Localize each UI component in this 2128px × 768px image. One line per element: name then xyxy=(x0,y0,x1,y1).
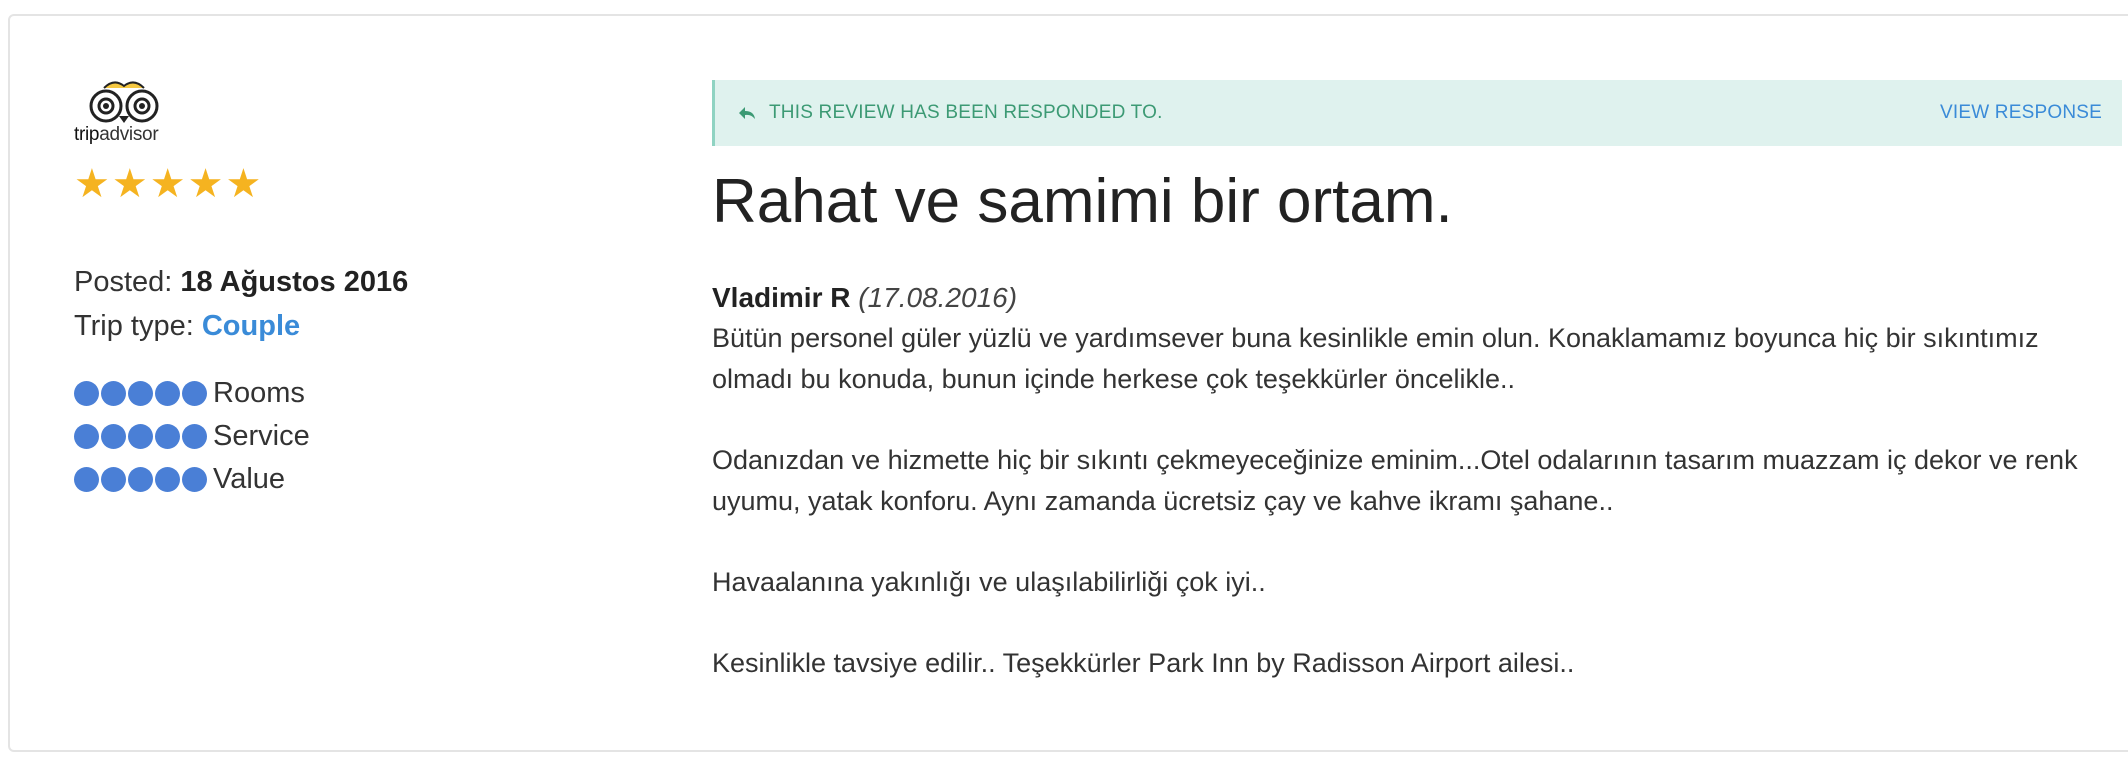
bubble-icon xyxy=(74,381,99,406)
rating-row-value: Value xyxy=(74,458,634,501)
reviewer-line: Vladimir R (17.08.2016) xyxy=(712,278,2122,318)
star-icon: ★ xyxy=(74,161,110,207)
review-paragraph: Bütün personel güler yüzlü ve yardımseve… xyxy=(712,323,2039,394)
review-paragraph: Odanızdan ve hizmette hiç bir sıkıntı çe… xyxy=(712,445,2078,516)
tripadvisor-wordmark: tripadvisor xyxy=(74,124,159,146)
bubble-icon xyxy=(128,424,153,449)
star-rating: ★ ★ ★ ★ ★ xyxy=(74,164,634,204)
bubble-icon xyxy=(74,424,99,449)
posted-date: 18 Ağustos 2016 xyxy=(180,266,409,298)
bubble-icon xyxy=(101,381,126,406)
star-icon: ★ xyxy=(111,161,148,207)
review-body: Bütün personel güler yüzlü ve yardımseve… xyxy=(712,318,2122,684)
bubble-icon xyxy=(128,381,153,406)
rating-label: Rooms xyxy=(213,377,305,409)
bubble-icon xyxy=(128,467,153,492)
bubble-icon xyxy=(155,381,180,406)
review-paragraph: Havaalanına yakınlığı ve ulaşılabilirliğ… xyxy=(712,567,1266,597)
reply-arrow-icon xyxy=(737,105,757,121)
posted-label: Posted: xyxy=(74,266,173,298)
owl-eyes-icon xyxy=(89,81,159,123)
review-meta: Posted: 18 Ağustos 2016 Trip type: Coupl… xyxy=(74,260,634,348)
response-notice-text: THIS REVIEW HAS BEEN RESPONDED TO. xyxy=(769,102,1163,123)
review-paragraph: Kesinlikle tavsiye edilir.. Teşekkürler … xyxy=(712,648,1575,678)
bubble-icon xyxy=(182,424,207,449)
bubble-icon xyxy=(182,381,207,406)
bubble-rating xyxy=(74,467,207,492)
rating-label: Service xyxy=(213,420,310,452)
star-icon: ★ xyxy=(187,161,224,207)
bubble-icon xyxy=(101,467,126,492)
rating-label: Value xyxy=(213,463,286,495)
review-sidebar: tripadvisor ★ ★ ★ ★ ★ Posted: 18 Ağustos… xyxy=(74,78,634,501)
logo-word-trip: trip xyxy=(74,124,100,145)
review-title: Rahat ve samimi bir ortam. xyxy=(712,167,1453,236)
trip-type-value: Couple xyxy=(201,310,301,342)
star-icon: ★ xyxy=(149,161,186,207)
bubble-icon xyxy=(155,424,180,449)
tripadvisor-logo: tripadvisor xyxy=(74,78,194,150)
rating-row-rooms: Rooms xyxy=(74,372,634,415)
review-date: (17.08.2016) xyxy=(858,282,1018,313)
trip-type-line: Trip type: Couple xyxy=(74,304,634,348)
view-response-link[interactable]: VIEW RESPONSE xyxy=(1940,102,2102,124)
bubble-icon xyxy=(101,424,126,449)
review-card: tripadvisor ★ ★ ★ ★ ★ Posted: 18 Ağustos… xyxy=(8,14,2128,752)
star-icon: ★ xyxy=(225,161,262,207)
bubble-icon xyxy=(74,467,99,492)
response-notice: THIS REVIEW HAS BEEN RESPONDED TO. VIEW … xyxy=(712,80,2122,146)
reviewer-name: Vladimir R xyxy=(712,282,851,313)
bubble-icon xyxy=(182,467,207,492)
bubble-rating xyxy=(74,381,207,406)
posted-line: Posted: 18 Ağustos 2016 xyxy=(74,260,634,304)
rating-row-service: Service xyxy=(74,415,634,458)
review-content: THIS REVIEW HAS BEEN RESPONDED TO. VIEW … xyxy=(712,80,2122,684)
sub-ratings: Rooms Service Value xyxy=(74,372,634,501)
trip-type-label: Trip type: xyxy=(74,310,194,342)
response-notice-text-group: THIS REVIEW HAS BEEN RESPONDED TO. xyxy=(737,102,1163,124)
bubble-rating xyxy=(74,424,207,449)
logo-word-advisor: advisor xyxy=(99,124,159,145)
bubble-icon xyxy=(155,467,180,492)
